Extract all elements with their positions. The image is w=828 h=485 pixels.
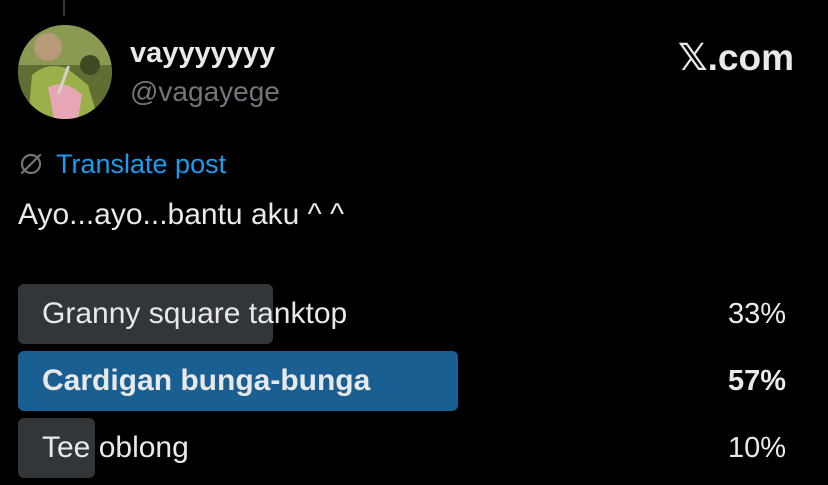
post-text: Ayo...ayo...bantu aku ^ ^ <box>18 198 345 231</box>
translate-post-label: Translate post <box>56 149 227 179</box>
avatar[interactable] <box>18 25 112 119</box>
translate-post-link[interactable]: Translate post <box>18 148 226 180</box>
poll-option-label: Cardigan bunga-bunga <box>42 364 371 397</box>
poll-option-label: Granny square tanktop <box>42 297 348 330</box>
poll-option-percent: 57% <box>727 365 786 397</box>
author-display-name[interactable]: vayyyyyyy <box>130 37 275 69</box>
poll-option[interactable]: Tee oblong 10% <box>18 418 790 478</box>
poll-option-percent: 10% <box>727 432 786 464</box>
thread-connector-line <box>63 0 65 16</box>
avatar-image <box>18 25 112 119</box>
poll: Granny square tanktop 33% Cardigan bunga… <box>18 284 790 485</box>
globe-slash-icon <box>20 153 42 175</box>
poll-option[interactable]: Granny square tanktop 33% <box>18 284 790 344</box>
author-handle[interactable]: @vagayege <box>130 76 280 108</box>
poll-option-percent: 33% <box>727 298 786 330</box>
poll-option[interactable]: Cardigan bunga-bunga 57% <box>18 351 790 411</box>
brand-logo: 𝕏.com <box>677 37 794 78</box>
poll-option-label: Tee oblong <box>42 431 189 464</box>
